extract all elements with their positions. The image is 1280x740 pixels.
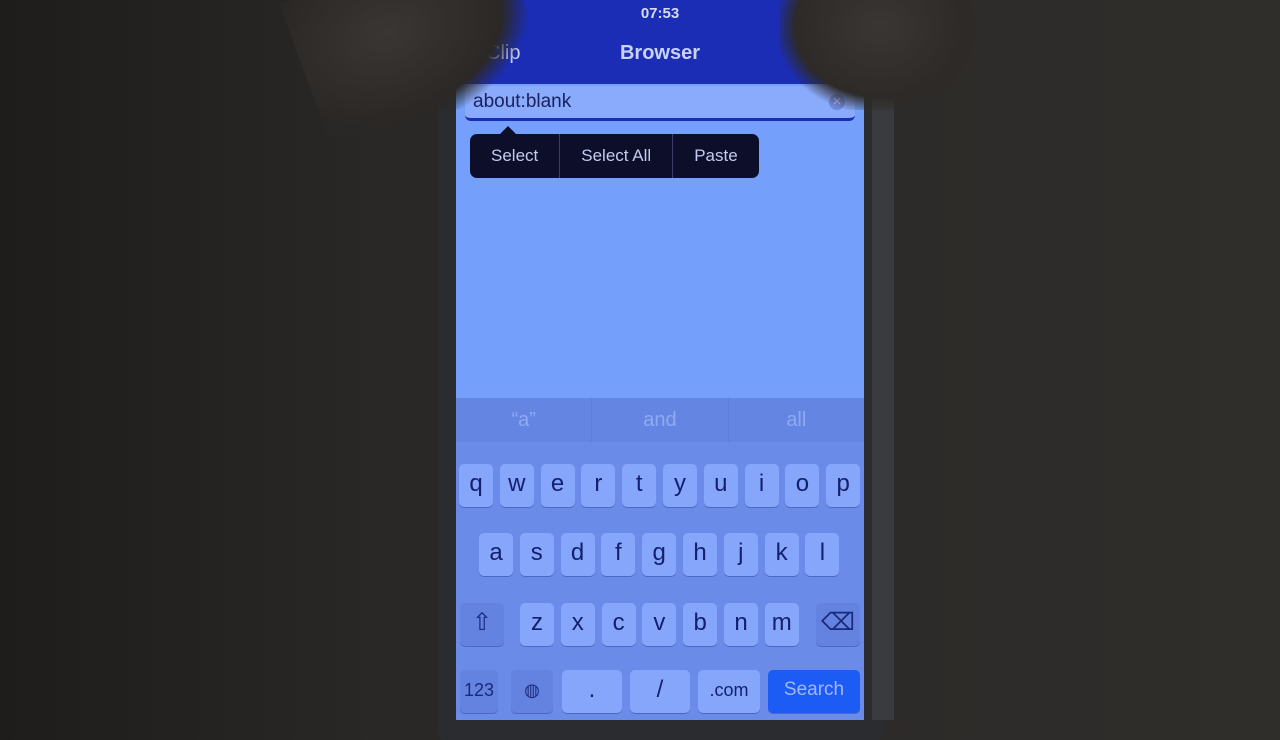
key-a[interactable]: a <box>479 533 513 576</box>
keyboard: “a” and all q w e r t y u i o p a s d f g h j k l ⇧ z x c v b n m ⌫… <box>456 398 864 720</box>
hand-shadow <box>780 0 980 110</box>
key-r[interactable]: r <box>581 464 616 507</box>
key-q[interactable]: q <box>459 464 493 507</box>
key-w[interactable]: w <box>499 464 534 507</box>
delete-key[interactable]: ⌫ <box>816 603 860 646</box>
key-u[interactable]: u <box>703 464 738 507</box>
key-m[interactable]: m <box>764 603 799 646</box>
globe-icon[interactable]: ◍ <box>511 670 553 713</box>
key-i[interactable]: i <box>744 464 779 507</box>
key-n[interactable]: n <box>724 603 758 646</box>
key-f[interactable]: f <box>601 533 636 576</box>
shift-key[interactable]: ⇧ <box>460 603 504 646</box>
key-c[interactable]: c <box>601 603 636 646</box>
dot-key[interactable]: . <box>562 670 622 713</box>
numbers-key[interactable]: 123 <box>460 670 498 713</box>
key-d[interactable]: d <box>560 533 595 576</box>
slash-key[interactable]: / <box>630 670 690 713</box>
select-button[interactable]: Select <box>470 134 561 178</box>
suggestion-item[interactable]: and <box>592 398 729 442</box>
menu-arrow <box>500 126 516 134</box>
key-v[interactable]: v <box>642 603 677 646</box>
phone-edge <box>872 80 894 720</box>
search-button[interactable]: Search <box>768 670 860 713</box>
paste-button[interactable]: Paste <box>673 134 758 178</box>
key-p[interactable]: p <box>826 464 861 507</box>
key-s[interactable]: s <box>519 533 554 576</box>
edit-context-menu: Select Select All Paste <box>470 126 759 178</box>
key-o[interactable]: o <box>785 464 820 507</box>
key-j[interactable]: j <box>723 533 758 576</box>
key-h[interactable]: h <box>683 533 717 576</box>
key-x[interactable]: x <box>560 603 595 646</box>
key-k[interactable]: k <box>764 533 799 576</box>
key-e[interactable]: e <box>540 464 575 507</box>
suggestion-item[interactable]: “a” <box>456 398 593 442</box>
select-all-button[interactable]: Select All <box>560 134 674 178</box>
key-b[interactable]: b <box>683 603 718 646</box>
suggestion-bar: “a” and all <box>456 398 864 442</box>
key-y[interactable]: y <box>663 464 697 507</box>
dotcom-key[interactable]: .com <box>698 670 760 713</box>
suggestion-item[interactable]: all <box>729 398 864 442</box>
key-z[interactable]: z <box>520 603 554 646</box>
key-g[interactable]: g <box>642 533 677 576</box>
key-t[interactable]: t <box>622 464 657 507</box>
key-l[interactable]: l <box>805 533 840 576</box>
